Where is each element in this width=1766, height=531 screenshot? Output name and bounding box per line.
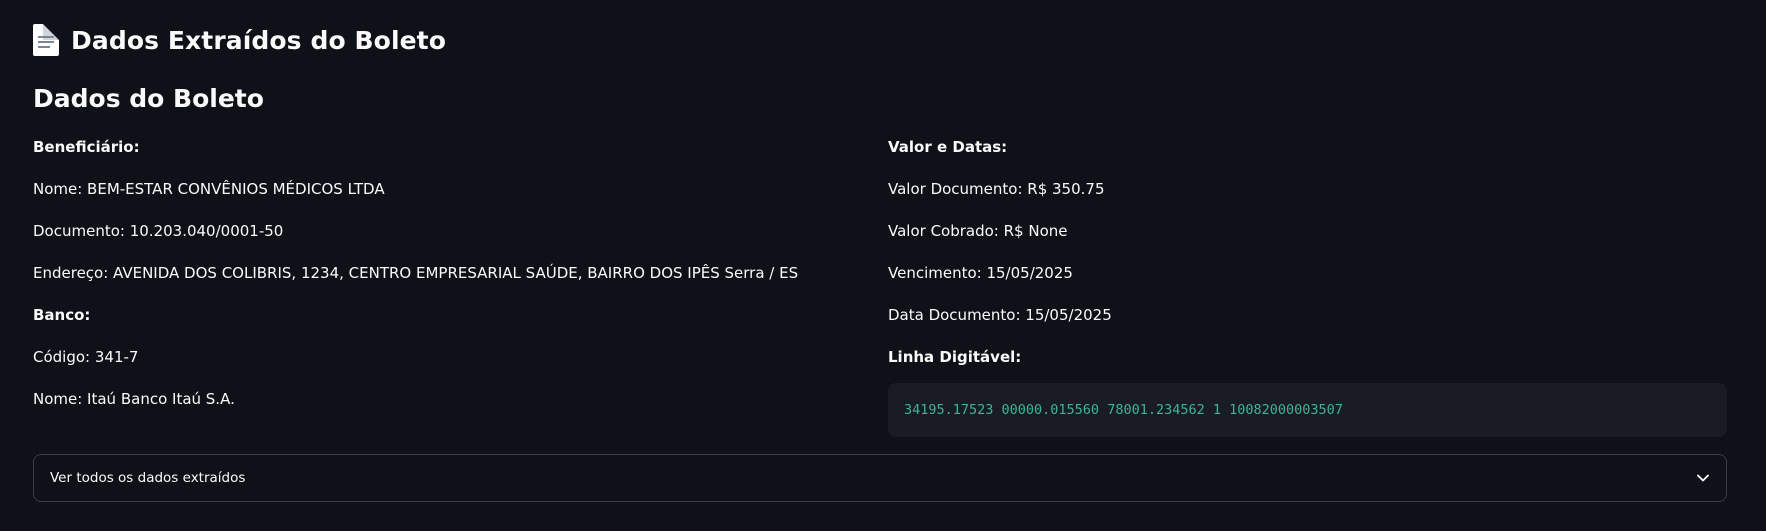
document-date: Data Documento: 15/05/2025: [888, 306, 1112, 324]
due-date: Vencimento: 15/05/2025: [888, 264, 1073, 282]
page-header: Dados Extraídos do Boleto: [33, 20, 446, 60]
page-title: Dados Extraídos do Boleto: [71, 25, 447, 55]
all-data-expander[interactable]: Ver todos os dados extraídos: [33, 454, 1727, 502]
document-icon: [33, 24, 59, 56]
beneficiary-document: Documento: 10.203.040/0001-50: [33, 222, 284, 240]
charged-value: Valor Cobrado: R$ None: [888, 222, 1068, 240]
beneficiary-heading: Beneficiário:: [33, 138, 140, 156]
digitable-line-code-block[interactable]: 34195.17523 00000.015560 78001.234562 1 …: [888, 383, 1727, 437]
digitable-line-heading: Linha Digitável:: [888, 348, 1022, 366]
section-title: Dados do Boleto: [33, 84, 264, 113]
beneficiary-column: Beneficiário: Nome: BEM-ESTAR CONVÊNIOS …: [33, 136, 873, 430]
beneficiary-address: Endereço: AVENIDA DOS COLIBRIS, 1234, CE…: [33, 264, 799, 282]
document-value: Valor Documento: R$ 350.75: [888, 180, 1105, 198]
values-heading: Valor e Datas:: [888, 138, 1008, 156]
bank-name: Nome: Itaú Banco Itaú S.A.: [33, 390, 235, 408]
chevron-down-icon: [1696, 471, 1710, 485]
bank-code: Código: 341-7: [33, 348, 139, 366]
bank-heading: Banco:: [33, 306, 91, 324]
digitable-line-value: 34195.17523 00000.015560 78001.234562 1 …: [904, 402, 1343, 418]
expander-label: Ver todos os dados extraídos: [50, 470, 246, 486]
beneficiary-name: Nome: BEM-ESTAR CONVÊNIOS MÉDICOS LTDA: [33, 180, 385, 198]
values-column: Valor e Datas: Valor Documento: R$ 350.7…: [888, 136, 1727, 388]
